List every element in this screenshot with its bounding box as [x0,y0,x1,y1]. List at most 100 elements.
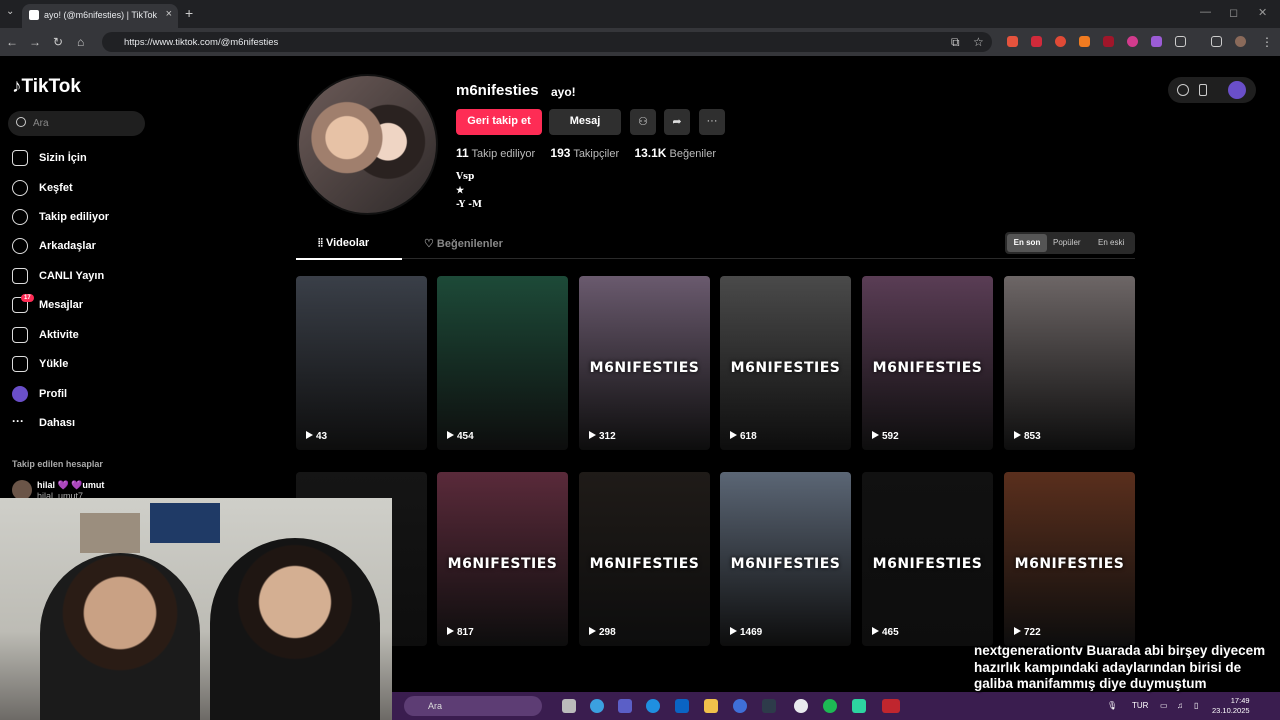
play-icon [589,431,596,439]
spotify-icon[interactable] [823,699,837,713]
tab-videos[interactable]: ⦙⦙ Videolar [318,237,369,250]
video-thumbnail[interactable]: M6NIFESTIES 618 [720,276,851,450]
taskbar-search[interactable]: Ara [404,696,542,716]
streamer-person [210,538,380,720]
video-thumbnail[interactable]: M6NIFESTIES 298 [579,472,710,646]
battery-icon[interactable]: ▯ [1194,701,1198,710]
video-thumbnail[interactable]: M6NIFESTIES 465 [862,472,993,646]
extension-icon[interactable] [1103,36,1114,47]
browser-menu-icon[interactable]: ⋮ [1261,35,1273,49]
extensions-puzzle-icon[interactable] [1175,36,1186,47]
video-thumbnail[interactable]: M6NIFESTIES 1469 [720,472,851,646]
avatar[interactable] [1228,81,1246,99]
nav-label: Yükle [39,358,69,370]
windows-taskbar: Ara 🎙 TUR ▭ ♫ ▯ 17:49 23.10.2025 [392,692,1280,720]
device-icon[interactable] [1199,84,1207,96]
close-tab-icon[interactable]: × [166,8,172,20]
reload-icon[interactable]: ↻ [53,35,63,49]
network-icon[interactable]: ▭ [1160,701,1168,710]
nav-profile[interactable]: Profil [12,384,67,404]
add-friend-icon[interactable]: ⚇ [630,109,656,135]
extension-icon[interactable] [1151,36,1162,47]
forward-icon[interactable]: → [29,35,41,49]
install-icon[interactable]: ⧉ [951,35,960,50]
microphone-icon[interactable]: 🎙 [1107,701,1117,710]
extension-icon[interactable] [1127,36,1138,47]
nav-messages[interactable]: 17 Mesajlar [12,294,83,315]
home-icon[interactable]: ⌂ [77,35,84,49]
nav-following[interactable]: Takip ediliyor [12,207,109,227]
bookmark-star-icon[interactable]: ☆ [973,35,984,49]
nav-activity[interactable]: Aktivite [12,325,79,345]
video-thumbnail[interactable]: 454 [437,276,568,450]
nav-explore[interactable]: Keşfet [12,178,73,198]
url-field[interactable]: https://www.tiktok.com/@m6nifesties [102,32,992,52]
profile-stats: 11 Takip ediliyor 193 Takipçiler 13.1K B… [456,146,716,160]
reading-list-icon[interactable] [1211,36,1222,47]
teams-icon[interactable] [618,699,632,713]
video-thumbnail[interactable]: 43 [296,276,427,450]
play-icon [872,627,879,635]
browser-avatar[interactable] [1235,36,1246,47]
video-thumbnail[interactable]: M6NIFESTIES 312 [579,276,710,450]
share-icon[interactable]: ➦ [664,109,690,135]
extension-icon[interactable] [1007,36,1018,47]
view-count-text: 298 [599,627,616,638]
extension-icon[interactable] [1079,36,1090,47]
extension-icon[interactable] [1055,36,1066,47]
file-explorer-icon[interactable] [704,699,718,713]
clock-date: 23.10.2025 [1212,706,1250,715]
minimize-icon[interactable]: — [1200,6,1211,18]
video-thumbnail[interactable]: M6NIFESTIES 592 [862,276,993,450]
outlook-icon[interactable] [675,699,689,713]
sort-latest[interactable]: En son [1007,234,1047,252]
message-button[interactable]: Mesaj [549,109,621,135]
nav-friends[interactable]: Arkadaşlar [12,236,96,256]
taskview-icon[interactable] [562,699,576,713]
app-icon[interactable] [852,699,866,713]
wall-poster [150,503,220,543]
play-icon [730,431,737,439]
play-icon [306,431,313,439]
nav-label: Keşfet [39,182,73,194]
language-indicator[interactable]: TUR [1132,701,1148,710]
app-icon[interactable] [762,699,776,713]
chrome-icon[interactable] [794,699,808,713]
home-icon [12,150,28,166]
maximize-icon[interactable]: ◻ [1229,6,1238,19]
more-options-icon[interactable]: ··· [699,109,725,135]
play-icon [447,431,454,439]
app-icon[interactable] [733,699,747,713]
app-icon[interactable] [882,699,900,713]
nav-upload[interactable]: Yükle [12,354,68,374]
video-thumbnail[interactable]: M6NIFESTIES 817 [437,472,568,646]
nav-more[interactable]: ··· Dahası [12,413,75,433]
edge-icon[interactable] [646,699,660,713]
video-view-count: 312 [589,431,616,442]
sort-oldest[interactable]: En eski [1098,238,1124,247]
video-thumbnail[interactable]: 853 [1004,276,1135,450]
nav-live[interactable]: CANLI Yayın [12,266,104,286]
tab-search-icon[interactable]: ⌄ [6,6,14,17]
nav-label: Dahası [39,417,76,429]
video-view-count: 817 [447,627,474,638]
tab-liked[interactable]: ♡ Beğenilenler [424,237,503,250]
profile-avatar [297,74,438,215]
video-thumbnail[interactable]: M6NIFESTIES 722 [1004,472,1135,646]
volume-icon[interactable]: ♫ [1177,701,1183,710]
extension-icon[interactable] [1031,36,1042,47]
copilot-icon[interactable] [590,699,604,713]
taskbar-clock[interactable]: 17:49 23.10.2025 [1212,696,1250,716]
browser-tab[interactable]: ayo! (@m6nifesties) | TikTok × [22,4,178,28]
follow-back-button[interactable]: Geri takip et [456,109,542,135]
back-icon[interactable]: ← [6,35,18,49]
search-input[interactable]: Ara [8,111,145,136]
nav-for-you[interactable]: Sizin İçin [12,148,87,168]
close-window-icon[interactable]: ✕ [1258,6,1267,19]
play-icon [1014,627,1021,635]
tiktok-logo[interactable]: ♪TikTok [12,76,81,98]
compass-icon[interactable] [1177,84,1189,96]
avatar [12,480,32,500]
new-tab-icon[interactable]: + [185,5,193,21]
sort-popular[interactable]: Popüler [1053,238,1081,247]
